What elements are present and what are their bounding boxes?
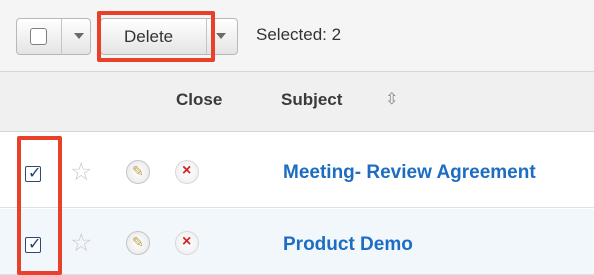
subject-link[interactable]: Meeting- Review Agreement	[283, 162, 536, 184]
checkbox-highlight-box	[17, 136, 62, 275]
sort-icon[interactable]: ⇳	[385, 89, 398, 109]
select-all-split-button[interactable]	[16, 18, 91, 55]
split-divider	[61, 19, 62, 54]
select-all-checkbox[interactable]	[30, 28, 47, 45]
selected-count: Selected: 2	[256, 25, 342, 44]
star-icon[interactable]: ☆	[70, 160, 92, 185]
pencil-icon[interactable]: ✎	[126, 160, 150, 184]
chevron-down-icon[interactable]	[74, 33, 84, 39]
column-header-close[interactable]: Close	[176, 90, 222, 110]
pencil-icon[interactable]: ✎	[126, 231, 150, 255]
star-icon[interactable]: ☆	[70, 231, 92, 256]
column-header-subject[interactable]: Subject	[281, 90, 342, 110]
close-icon[interactable]: ×	[175, 160, 199, 184]
chevron-down-icon[interactable]	[216, 33, 226, 39]
delete-highlight-box	[97, 11, 215, 62]
subject-link[interactable]: Product Demo	[283, 234, 413, 256]
close-icon[interactable]: ×	[175, 231, 199, 255]
